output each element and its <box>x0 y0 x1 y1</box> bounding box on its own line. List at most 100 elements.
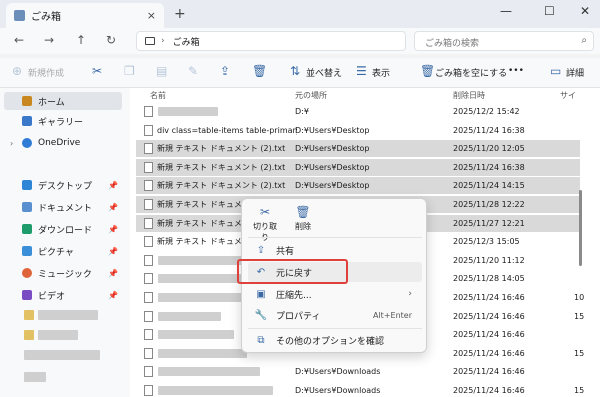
copy-icon[interactable]: ❐ <box>124 64 135 78</box>
sidebar-item-onedrive[interactable]: › OneDrive <box>4 134 122 152</box>
sidebar-item-downloads[interactable]: ダウンロード 📌 <box>4 220 122 238</box>
minimize-button[interactable]: — <box>500 4 512 18</box>
back-icon[interactable]: ← <box>14 33 24 47</box>
more-options-menu-item[interactable]: ⧉ その他のオプションを確認 <box>248 330 422 350</box>
deleted-date: 2025/11/24 16:46 <box>453 293 525 302</box>
gallery-icon <box>22 116 32 126</box>
table-row[interactable]: div class=table-items table-primary... D:… <box>136 122 580 139</box>
pin-icon[interactable]: 📌 <box>108 269 118 278</box>
picture-icon <box>22 246 32 256</box>
file-icon <box>144 161 153 173</box>
sidebar-item-home[interactable]: ホーム <box>4 92 122 110</box>
compress-icon: ▣ <box>256 288 266 300</box>
properties-menu-item[interactable]: 🔧 プロパティ Alt+Enter <box>248 305 422 325</box>
pin-icon[interactable]: 📌 <box>108 203 118 212</box>
table-row[interactable]: 新規 テキスト ドキュメント (2).txt D:¥Users¥Desktop 20… <box>136 158 580 176</box>
redacted-folder[interactable] <box>24 350 100 360</box>
forward-icon[interactable]: → <box>44 33 54 47</box>
column-header-name[interactable]: 名前 <box>150 90 166 101</box>
home-icon <box>22 96 32 106</box>
chevron-right-icon[interactable]: › <box>10 139 13 148</box>
table-row[interactable]: D:¥Users¥Downloads 2025/11/24 16:46 <box>136 363 580 380</box>
breadcrumb[interactable]: › ごみ箱 <box>136 31 406 51</box>
empty-recycle-button[interactable]: ごみ箱を空にする <box>435 66 507 79</box>
file-icon <box>144 292 153 303</box>
deleted-date: 2025/11/24 16:46 <box>453 311 525 321</box>
new-button[interactable]: 新規作成 <box>28 66 64 79</box>
table-row[interactable]: D:¥ 2025/12/2 15:42 <box>136 103 580 120</box>
delete-menu-item[interactable]: 🗑 削除 <box>290 205 316 232</box>
column-header-location[interactable]: 元の場所 <box>295 90 327 101</box>
file-icon <box>144 366 153 378</box>
sidebar-item-pictures[interactable]: ピクチャ 📌 <box>4 242 122 260</box>
tab-recycle-bin[interactable]: ごみ箱 × <box>6 3 164 28</box>
original-location: D:¥Users¥Downloads <box>295 386 381 395</box>
highlight-box <box>237 259 348 284</box>
original-location: D:¥Users¥Desktop <box>295 162 370 172</box>
cut-icon[interactable]: ✂ <box>92 64 102 78</box>
wrench-icon: 🔧 <box>254 309 268 321</box>
sidebar-item-label: ダウンロード <box>38 225 93 236</box>
view-button[interactable]: 表示 <box>372 66 390 79</box>
sidebar-item-gallery[interactable]: ギャラリー <box>4 112 122 130</box>
file-icon <box>144 273 153 285</box>
search-input[interactable]: ごみ箱の検索 ⌕ <box>414 31 594 51</box>
details-button[interactable]: 詳細 <box>566 66 584 79</box>
table-row[interactable]: D:¥Users¥Downloads 2025/11/24 16:46 15 <box>136 382 584 397</box>
sidebar-item-desktop[interactable]: デスクトップ 📌 <box>4 176 122 194</box>
scrollbar-thumb[interactable] <box>579 190 582 266</box>
sort-button[interactable]: 並べ替え <box>306 66 342 79</box>
compress-menu-item[interactable]: ▣ 圧縮先... › <box>248 284 422 304</box>
deleted-date: 2025/11/28 14:05 <box>453 274 525 284</box>
delete-icon: 🗑 <box>295 205 311 219</box>
chevron-right-icon: › <box>161 36 165 46</box>
folder-icon <box>24 310 34 320</box>
sort-icon: ⇅ <box>290 64 301 78</box>
sidebar-item-label: ドキュメント <box>38 203 93 214</box>
maximize-button[interactable]: ☐ <box>544 4 555 18</box>
sidebar-item-documents[interactable]: ドキュメント 📌 <box>4 198 122 216</box>
sidebar-item-videos[interactable]: ビデオ 📌 <box>4 286 122 304</box>
file-icon <box>144 199 153 210</box>
more-button[interactable]: ••• <box>508 66 524 76</box>
original-location: D:¥Users¥Desktop <box>295 144 370 154</box>
search-placeholder: ごみ箱の検索 <box>425 39 480 49</box>
close-tab-icon[interactable]: × <box>147 9 156 22</box>
divider <box>248 237 422 238</box>
table-row[interactable]: 新規 テキスト ドキュメント (2).txt D:¥Users¥Desktop 20… <box>136 177 580 195</box>
new-tab-button[interactable]: + <box>174 6 186 22</box>
original-location: D:¥Users¥Downloads <box>295 367 381 377</box>
share-icon: ⇪ <box>256 244 266 256</box>
redacted-folder[interactable] <box>38 330 78 340</box>
sidebar-item-label: ビデオ <box>38 291 66 302</box>
deleted-date: 2025/12/3 15:05 <box>453 237 520 247</box>
breadcrumb-recycle-bin[interactable]: ごみ箱 <box>173 35 200 48</box>
rename-icon[interactable]: ✎ <box>188 64 198 78</box>
close-window-button[interactable]: ✕ <box>580 4 590 18</box>
pin-icon[interactable]: 📌 <box>108 247 118 256</box>
properties-shortcut: Alt+Enter <box>372 310 412 320</box>
file-name: 新規 テキスト ドキュメント (2).txt <box>157 181 286 191</box>
desktop-icon <box>22 180 32 190</box>
paste-icon[interactable]: ▤ <box>156 64 167 78</box>
up-icon[interactable]: ↑ <box>76 33 86 47</box>
redacted-folder[interactable] <box>24 372 46 382</box>
delete-icon[interactable]: 🗑 <box>252 64 267 78</box>
pin-icon[interactable]: 📌 <box>108 181 118 190</box>
scrollbar[interactable] <box>578 88 584 397</box>
redacted-folder[interactable] <box>38 310 98 320</box>
deleted-date: 2025/11/24 16:38 <box>453 125 525 135</box>
refresh-icon[interactable]: ↻ <box>106 33 116 47</box>
pin-icon[interactable]: 📌 <box>108 291 118 300</box>
table-row[interactable]: 新規 テキスト ドキュメント (2).txt D:¥Users¥Desktop 20… <box>136 140 580 158</box>
pc-icon <box>145 37 155 45</box>
search-icon: ⌕ <box>581 35 587 46</box>
share-icon[interactable]: ⇪ <box>220 64 230 78</box>
file-icon <box>144 143 153 155</box>
column-header-size[interactable]: サイ <box>560 90 576 101</box>
sidebar-item-music[interactable]: ミュージック 📌 <box>4 264 122 282</box>
pin-icon[interactable]: 📌 <box>108 225 118 234</box>
deleted-date: 2025/11/20 11:12 <box>453 255 525 265</box>
share-menu-item[interactable]: ⇪ 共有 <box>248 240 422 260</box>
column-header-deleted-date[interactable]: 削除日時 <box>453 90 485 101</box>
